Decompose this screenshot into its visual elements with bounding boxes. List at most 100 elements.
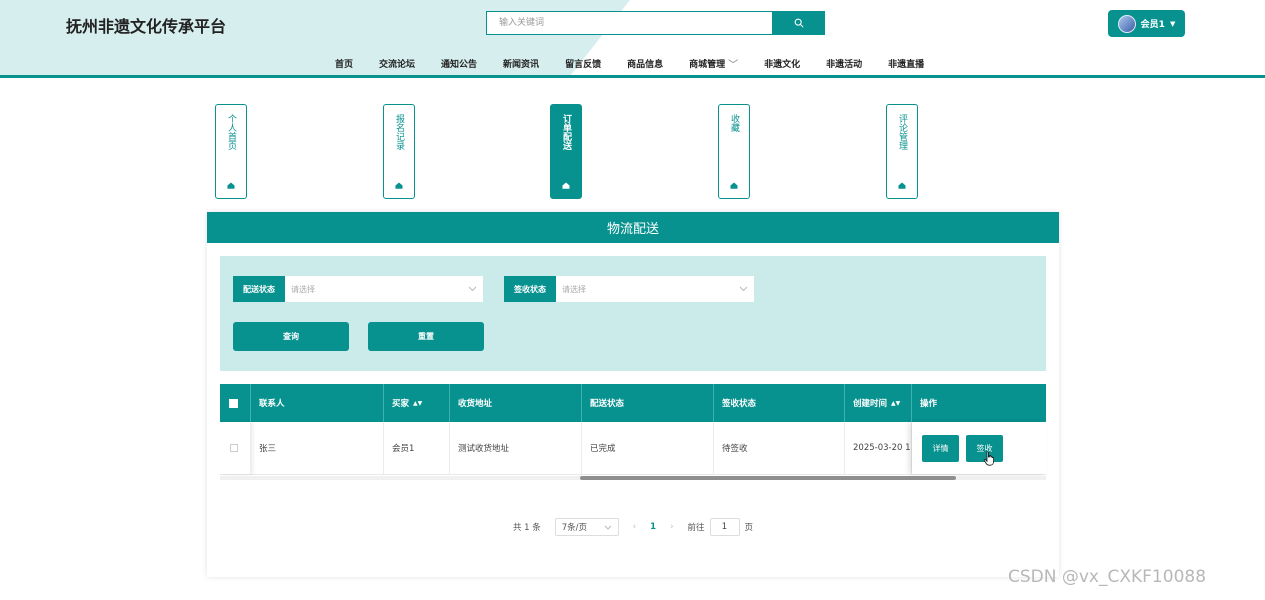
chevron-down-icon [739, 286, 748, 292]
nav-item-home[interactable]: 首页 [322, 55, 366, 71]
next-page-icon[interactable]: › [670, 522, 673, 532]
user-menu-button[interactable]: 会员1 ▼ [1108, 10, 1185, 37]
select-placeholder: 请选择 [291, 284, 315, 294]
header-divider [0, 75, 1265, 78]
delivery-table: 联系人 买家 ▲▼ 收货地址 配送状态 签收状态 创建时间 ▲▼ 操作 张三 会员1… [220, 384, 1046, 480]
cell-created-time: 2025-03-20 10 [845, 422, 912, 474]
chevron-down-icon [604, 525, 612, 530]
cell-buyer: 会员1 [384, 422, 450, 474]
caret-down-icon: ▼ [1169, 19, 1176, 28]
select-all-checkbox[interactable] [229, 398, 238, 408]
column-contact: 联系人 [251, 384, 384, 422]
prev-page-icon[interactable]: ‹ [633, 522, 636, 532]
search-button[interactable] [773, 11, 825, 35]
sort-icon: ▲▼ [413, 399, 423, 407]
reset-button[interactable]: 重置 [368, 322, 484, 351]
pointer-cursor-icon [983, 451, 994, 466]
details-button[interactable]: 详情 [922, 434, 959, 462]
page-suffix: 页 [744, 523, 754, 533]
receipt-status-filter: 签收状态 请选择 [504, 276, 754, 302]
nav-item-mall-management[interactable]: 商城管理 ﹀ [676, 55, 751, 71]
column-label: 创建时间 [853, 399, 888, 409]
chevron-down-icon [468, 286, 477, 292]
nav-label: 通知公告 [441, 59, 478, 70]
nav-label: 留言反馈 [565, 59, 602, 70]
delivery-status-select[interactable]: 请选择 [285, 276, 483, 302]
row-checkbox[interactable] [230, 444, 238, 452]
page-size-select[interactable]: 7条/页 [554, 518, 619, 536]
nav-item-forum[interactable]: 交流论坛 [366, 55, 428, 71]
tab-order-delivery[interactable]: 订单配送 [550, 104, 582, 199]
pagination: 共 1 条 7条/页 ‹ 1 › 前往 页 [207, 517, 1059, 537]
receipt-status-select[interactable]: 请选择 [556, 276, 754, 302]
select-all-cell [220, 384, 251, 422]
nav-item-news[interactable]: 新闻资讯 [490, 55, 552, 71]
table-header: 联系人 买家 ▲▼ 收货地址 配送状态 签收状态 创建时间 ▲▼ 操作 [220, 384, 1046, 422]
cell-delivery-status: 已完成 [582, 422, 714, 474]
site-title: 抚州非遗文化传承平台 [66, 17, 227, 36]
total-count: 共 1 条 [512, 523, 541, 533]
delivery-status-filter: 配送状态 请选择 [233, 276, 483, 302]
watermark: CSDN @vx_CXKF10088 [1008, 567, 1207, 587]
nav-item-products[interactable]: 商品信息 [614, 55, 676, 71]
sort-icon: ▲▼ [891, 399, 901, 407]
goto-label: 前往 [687, 523, 705, 533]
receipt-status-label: 签收状态 [504, 276, 556, 302]
page-size-value: 7条/页 [561, 523, 588, 533]
nav-label: 首页 [335, 59, 354, 70]
tab-comment-management[interactable]: 评论管理 [886, 104, 918, 199]
tab-label: 个人首页 [226, 114, 236, 150]
search-bar [486, 11, 825, 35]
nav-label: 商品信息 [627, 59, 664, 70]
home-icon [395, 182, 403, 189]
filter-box: 配送状态 请选择 签收状态 请选择 查询 重置 [220, 256, 1046, 371]
scrollbar-thumb[interactable] [580, 476, 956, 480]
tab-personal-home[interactable]: 个人首页 [215, 104, 247, 199]
tab-registration-records[interactable]: 报名记录 [383, 104, 415, 199]
row-select-cell [220, 422, 251, 474]
chevron-down-icon: ﹀ [728, 59, 739, 71]
user-name: 会员1 [1140, 20, 1165, 30]
home-icon [898, 182, 906, 189]
nav-label: 新闻资讯 [503, 59, 540, 70]
nav-item-notices[interactable]: 通知公告 [428, 55, 490, 71]
home-icon [562, 182, 570, 189]
nav-label: 非遗活动 [826, 59, 863, 70]
nav-item-heritage-culture[interactable]: 非遗文化 [751, 55, 813, 71]
nav-label: 非遗直播 [888, 59, 925, 70]
main-nav: 首页 交流论坛 通知公告 新闻资讯 留言反馈 商品信息 商城管理 ﹀ 非遗文化 非… [322, 55, 937, 71]
cell-receipt-status: 待签收 [714, 422, 845, 474]
column-delivery-status: 配送状态 [582, 384, 714, 422]
tab-label: 订单配送 [561, 114, 571, 150]
nav-item-heritage-live[interactable]: 非遗直播 [875, 55, 937, 71]
nav-label: 非遗文化 [764, 59, 801, 70]
tab-label: 收藏 [729, 114, 739, 132]
tab-label: 报名记录 [394, 114, 404, 150]
column-actions: 操作 [920, 399, 938, 409]
column-receipt-status: 签收状态 [714, 384, 845, 422]
select-placeholder: 请选择 [562, 284, 586, 294]
column-buyer[interactable]: 买家 ▲▼ [384, 384, 450, 422]
nav-label: 交流论坛 [379, 59, 416, 70]
header: 抚州非遗文化传承平台 会员1 ▼ 首页 交流论坛 通知公告 新闻资讯 留言反馈 … [0, 0, 1265, 78]
column-created-time[interactable]: 创建时间 ▲▼ [845, 384, 912, 422]
query-button[interactable]: 查询 [233, 322, 349, 351]
nav-label: 商城管理 [689, 59, 726, 70]
tab-favorites[interactable]: 收藏 [718, 104, 750, 199]
cell-address: 测试收货地址 [450, 422, 582, 474]
page-number[interactable]: 1 [650, 522, 656, 532]
cell-contact: 张三 [251, 422, 384, 474]
home-icon [227, 182, 235, 189]
nav-item-heritage-events[interactable]: 非遗活动 [813, 55, 875, 71]
goto-page-input[interactable] [709, 518, 740, 536]
tab-label: 评论管理 [897, 114, 907, 150]
row-actions: 详情 签收 [912, 422, 1046, 474]
column-address: 收货地址 [450, 384, 582, 422]
search-icon [794, 18, 804, 28]
horizontal-scrollbar[interactable] [220, 476, 1046, 480]
delivery-status-label: 配送状态 [233, 276, 285, 302]
nav-item-feedback[interactable]: 留言反馈 [552, 55, 614, 71]
search-input[interactable] [486, 11, 773, 35]
column-label: 买家 [392, 399, 410, 409]
panel-title: 物流配送 [207, 212, 1059, 243]
